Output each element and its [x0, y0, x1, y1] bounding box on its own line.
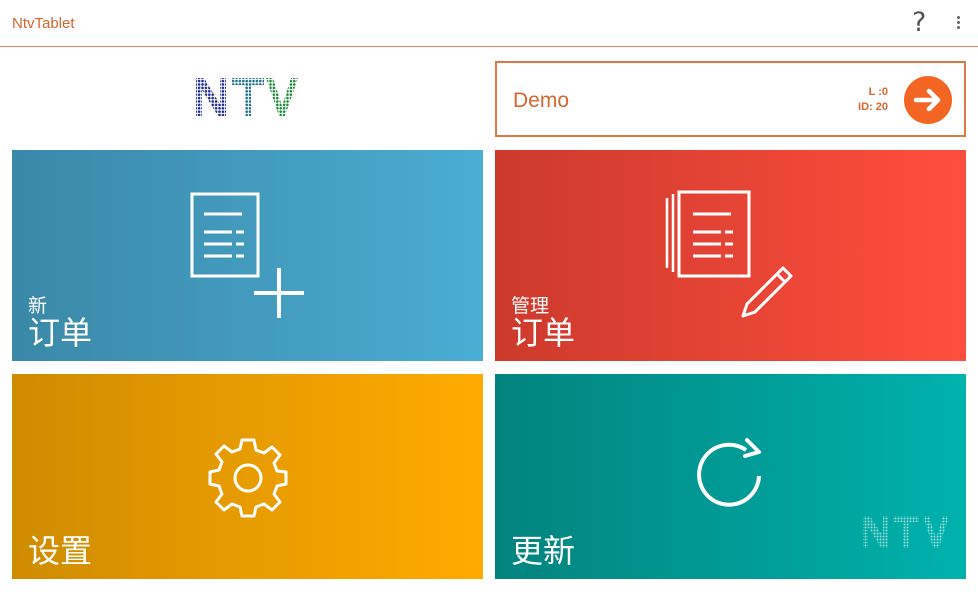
- app-title: NtvTablet: [12, 15, 75, 32]
- enter-button[interactable]: [904, 76, 952, 124]
- refresh-icon: [697, 438, 761, 507]
- tile-new-order[interactable]: 新 订单: [12, 150, 483, 361]
- manage-orders-icon: [665, 190, 793, 318]
- gear-icon: [208, 438, 288, 518]
- tile-manage-orders-small-label: 管理: [511, 295, 550, 317]
- ntv-logo: [194, 76, 300, 120]
- user-meta: L :0 ID: 20: [858, 85, 888, 115]
- user-name: Demo: [513, 89, 570, 112]
- user-level: L :0: [868, 86, 888, 98]
- ntv-watermark-icon: [863, 516, 949, 548]
- tile-update-label: 更新: [511, 532, 576, 570]
- app-bar: NtvTablet ?: [0, 0, 978, 47]
- user-card[interactable]: Demo L :0 ID: 20: [495, 61, 966, 137]
- tile-new-order-small-label: 新: [28, 295, 48, 317]
- tile-manage-orders[interactable]: 管理 订单: [495, 150, 966, 361]
- tile-settings[interactable]: 设置: [12, 374, 483, 579]
- overflow-menu-icon[interactable]: [955, 16, 961, 32]
- user-id: ID: 20: [858, 101, 888, 113]
- tile-new-order-label: 订单: [28, 314, 93, 352]
- tile-manage-orders-label: 订单: [511, 314, 576, 352]
- arrow-right-icon: [913, 88, 941, 112]
- new-order-icon: [190, 192, 304, 318]
- tile-settings-label: 设置: [28, 532, 93, 570]
- tile-update[interactable]: 更新: [495, 374, 966, 579]
- help-icon[interactable]: ?: [912, 7, 926, 39]
